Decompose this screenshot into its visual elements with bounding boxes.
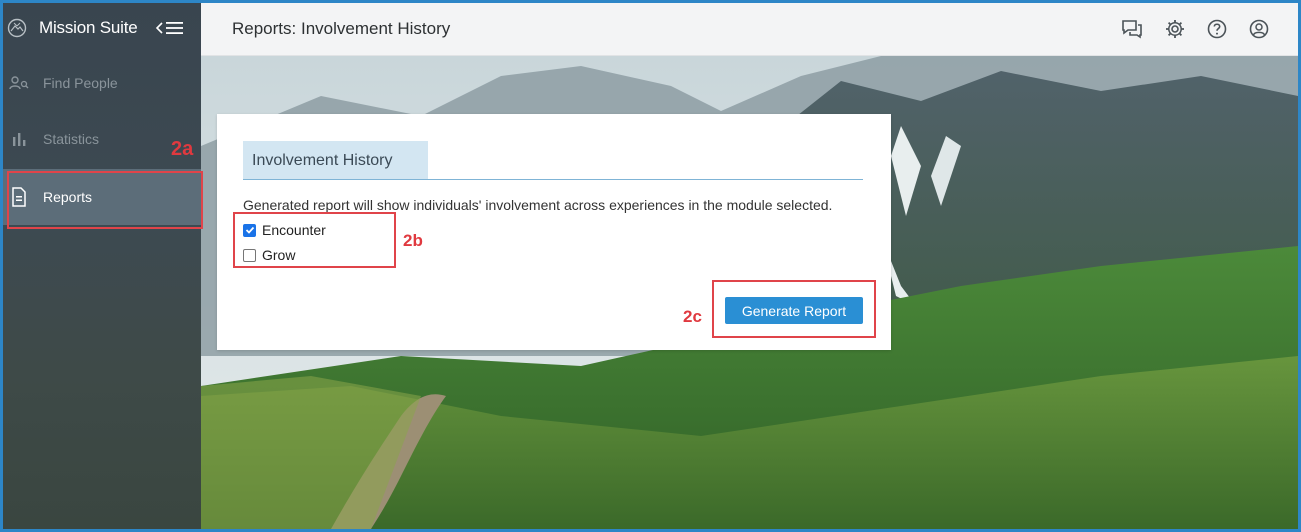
page-title: Reports: Involvement History: [232, 19, 451, 38]
logo-icon: [7, 18, 27, 38]
people-search-icon: [9, 73, 29, 93]
user-account-icon[interactable]: [1248, 18, 1270, 40]
top-bar: Reports: Involvement History: [201, 3, 1298, 56]
card-tab-title: Involvement History: [243, 141, 428, 179]
app-title: Mission Suite: [39, 18, 138, 37]
callout-label-a: 2a: [171, 138, 194, 160]
collapse-menu-icon[interactable]: [155, 19, 185, 37]
callout-box-options: [233, 212, 396, 268]
sidebar-item-find-people[interactable]: Find People: [3, 55, 201, 111]
gear-icon[interactable]: [1164, 18, 1186, 40]
chat-icon[interactable]: [1121, 18, 1143, 40]
callout-box-reports: [7, 171, 203, 229]
sidebar: Mission Suite Find People Statistics Rep…: [3, 3, 201, 529]
sidebar-item-label: Statistics: [43, 131, 100, 147]
callout-box-generate: [712, 280, 876, 338]
app-window: Mission Suite Find People Statistics Rep…: [0, 0, 1301, 532]
bar-chart-icon: [9, 129, 29, 149]
help-icon[interactable]: [1206, 18, 1228, 40]
divider: [243, 179, 863, 180]
callout-label-c: 2c: [683, 307, 702, 326]
report-description: Generated report will show individuals' …: [243, 197, 833, 213]
sidebar-item-label: Find People: [43, 75, 118, 91]
callout-label-b: 2b: [403, 231, 423, 250]
